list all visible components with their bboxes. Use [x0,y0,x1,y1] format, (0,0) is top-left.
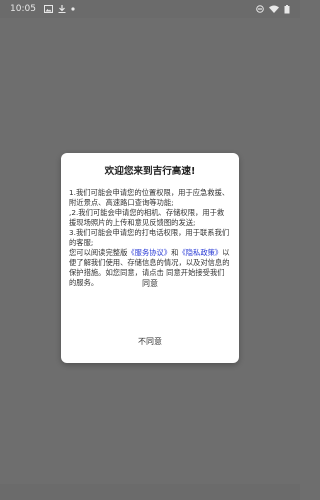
navigation-bar [0,484,300,500]
permission-phone-text: 3.我们可能会申请您的打电话权限，用于联系我们的客服; [69,228,230,247]
agree-button[interactable]: 同意 [61,278,239,294]
dialog-body: 1.我们可能会申请您的位置权限，用于应急救援、附近景点、高速路口查询等功能; ,… [69,188,231,288]
permission-location-text: 1.我们可能会申请您的位置权限，用于应急救援、附近景点、高速路口查询等功能; [69,188,230,207]
disagree-button[interactable]: 不同意 [61,336,239,352]
notification-dot-icon [71,7,75,11]
agreement-prefix: 您可以阅读完整版 [69,248,128,257]
status-right-icons [251,4,290,14]
permission-camera-text: ,2.我们可能会申请您的相机、存储权限，用于救援现场照片的上传和意见反馈图的发送… [69,208,225,227]
wifi-icon [269,5,279,13]
download-icon [58,5,66,13]
dialog-title: 欢迎您来到吉行高速! [104,166,196,177]
privacy-dialog: 欢迎您来到吉行高速! 1.我们可能会申请您的位置权限，用于应急救援、附近景点、高… [61,153,239,363]
image-icon [43,5,53,13]
status-time: 10:05 [10,4,36,14]
privacy-policy-link[interactable]: 《隐私政策》 [178,248,222,257]
battery-icon [284,4,290,14]
service-agreement-link[interactable]: 《服务协议》 [127,248,171,257]
do-not-disturb-icon [256,5,264,13]
status-bar: 10:05 [0,0,300,18]
